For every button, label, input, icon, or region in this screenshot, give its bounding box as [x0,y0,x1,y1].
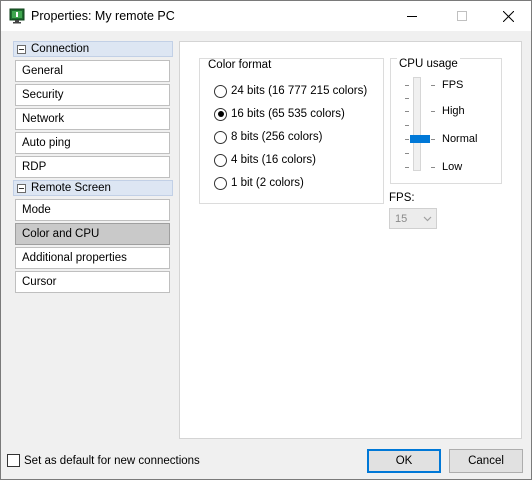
set-default-checkbox[interactable] [7,454,20,467]
radio-button[interactable] [214,176,227,190]
cpu-level-low: Low [442,161,463,173]
nav-group-remote-screen[interactable]: Remote Screen [13,180,173,196]
tick-mark [405,139,409,140]
collapse-icon[interactable] [17,183,26,193]
close-button[interactable] [485,1,531,31]
group-title: Color format [206,59,274,71]
radio-label: 24 bits (16 777 215 colors) [231,85,368,97]
nav-item-network[interactable]: Network [15,108,170,130]
ok-button[interactable]: OK [367,449,441,473]
chevron-down-icon [423,216,432,222]
maximize-icon [457,11,467,21]
radio-button[interactable] [214,130,227,144]
radio-button[interactable] [214,84,227,98]
tick-mark [431,85,435,86]
nav-group-connection[interactable]: Connection [13,41,173,57]
fps-select[interactable]: 15 [389,208,437,229]
radio-label: 4 bits (16 colors) [231,154,317,166]
radio-button[interactable] [214,107,227,121]
radio-button[interactable] [214,153,227,167]
nav-item-security[interactable]: Security [15,84,170,106]
properties-window: Properties: My remote PC Connection Gene… [0,0,532,480]
nav-item-additional-properties[interactable]: Additional properties [15,247,170,269]
nav-group-label: Remote Screen [31,182,111,194]
nav-item-mode[interactable]: Mode [15,199,170,221]
radio-8-bits[interactable]: 8 bits (256 colors) [214,129,322,145]
title-bar[interactable]: Properties: My remote PC [1,1,531,31]
cpu-level-fps: FPS [442,79,464,91]
radio-label: 1 bit (2 colors) [231,177,304,189]
minimize-icon [407,16,417,17]
radio-24-bits[interactable]: 24 bits (16 777 215 colors) [214,83,367,99]
radio-label: 16 bits (65 535 colors) [231,108,345,120]
tick-mark [405,125,409,126]
nav-group-label: Connection [31,43,90,55]
tick-mark [431,167,435,168]
radio-4-bits[interactable]: 4 bits (16 colors) [214,152,316,168]
nav-item-auto-ping[interactable]: Auto ping [15,132,170,154]
settings-panel: Color format 24 bits (16 777 215 colors)… [179,41,522,439]
set-default-label: Set as default for new connections [24,454,200,467]
tick-mark [431,111,435,112]
radio-1-bit[interactable]: 1 bit (2 colors) [214,175,304,191]
cpu-usage-group: CPU usage FPS High Normal Low [390,58,502,184]
radio-16-bits[interactable]: 16 bits (65 535 colors) [214,106,345,122]
cpu-level-normal: Normal [442,133,478,145]
tick-mark [405,153,409,154]
close-icon [502,10,514,22]
group-title: CPU usage [397,58,460,70]
collapse-icon[interactable] [17,44,26,54]
tick-mark [405,167,409,168]
cpu-usage-slider-thumb[interactable] [410,135,430,143]
fps-label: FPS: [389,192,415,204]
monitor-app-icon [9,8,25,24]
tick-mark [405,111,409,112]
minimize-button[interactable] [389,1,435,31]
tick-mark [405,85,409,86]
cpu-level-high: High [442,105,465,117]
set-default-checkbox-row[interactable]: Set as default for new connections [7,454,200,467]
nav-item-rdp[interactable]: RDP [15,156,170,178]
cpu-usage-slider-track[interactable] [413,77,421,171]
fps-value: 15 [395,212,408,225]
nav-item-general[interactable]: General [15,60,170,82]
nav-item-color-and-cpu[interactable]: Color and CPU [15,223,170,245]
radio-label: 8 bits (256 colors) [231,131,323,143]
tick-mark [431,139,435,140]
maximize-button[interactable] [439,1,485,31]
nav-item-cursor[interactable]: Cursor [15,271,170,293]
color-format-group: Color format 24 bits (16 777 215 colors)… [199,58,384,204]
window-title: Properties: My remote PC [31,9,175,23]
cancel-button[interactable]: Cancel [449,449,523,473]
tick-mark [405,98,409,99]
